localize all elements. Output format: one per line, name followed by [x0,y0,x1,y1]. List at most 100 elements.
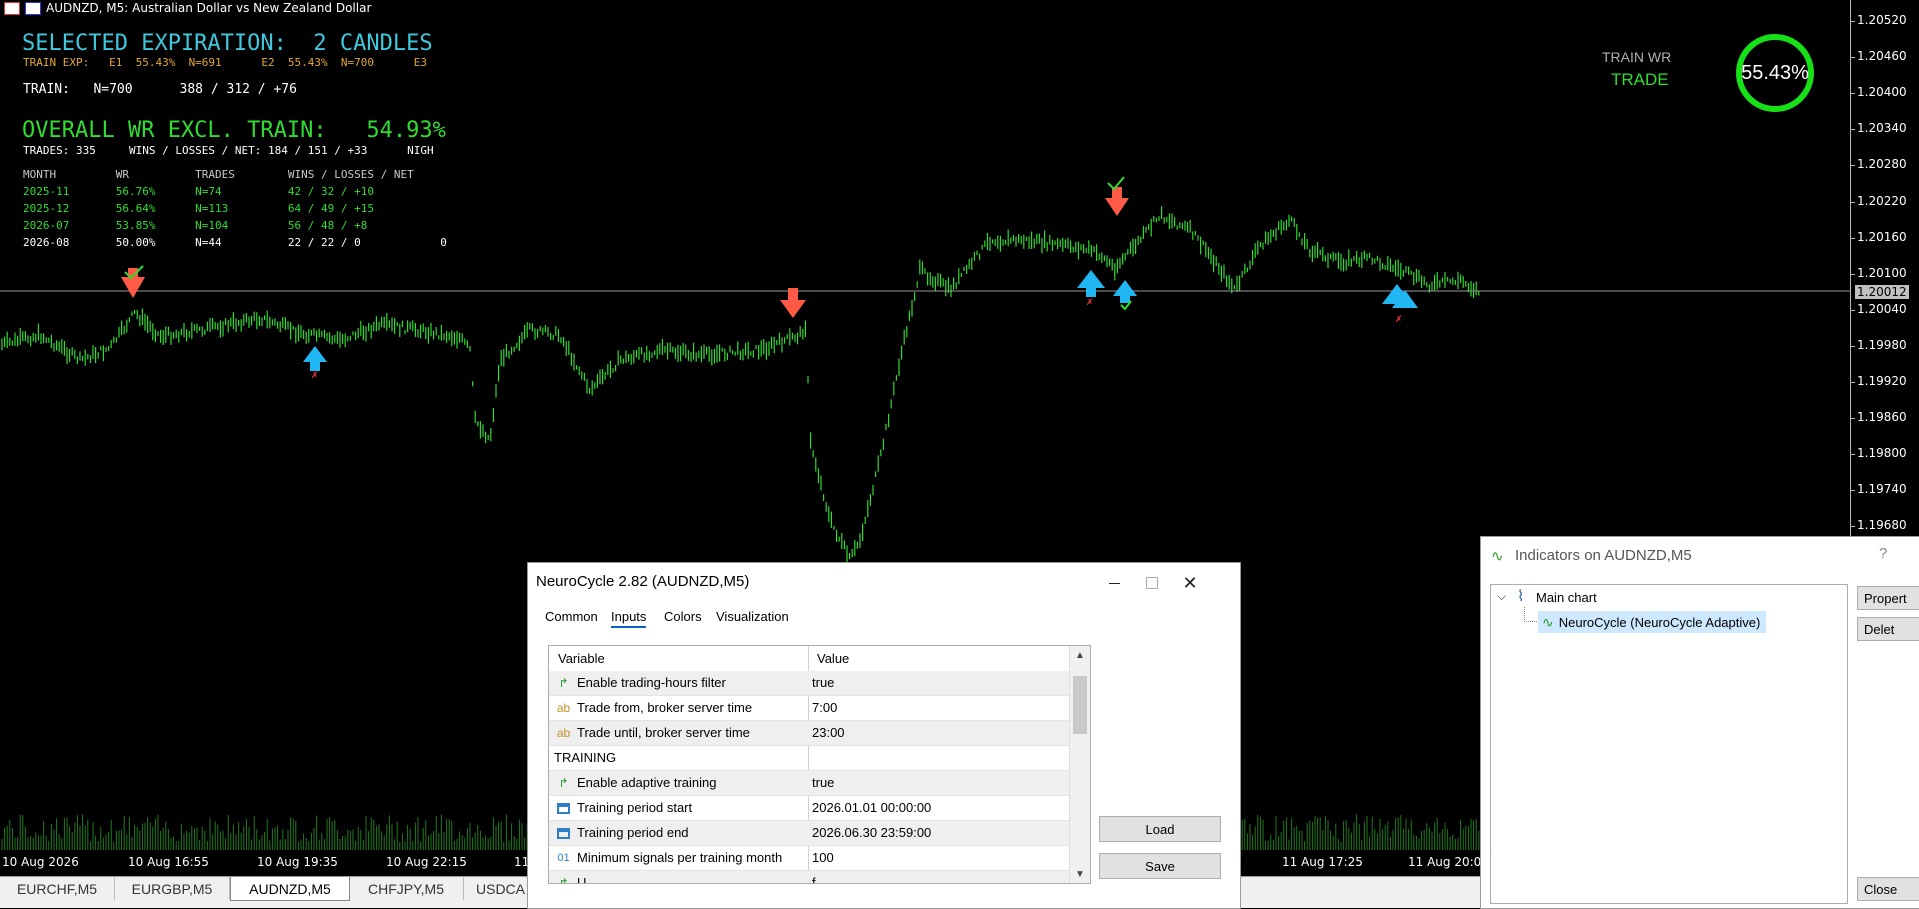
current-price-label: 1.20012 [1855,285,1909,299]
row-value[interactable]: f... [812,875,826,883]
price-label: 1.20160 [1857,229,1907,244]
buy-arrow-icon [1113,280,1137,311]
price-label: 1.19860 [1857,410,1907,425]
svg-text:✗: ✗ [1086,297,1094,307]
close-button[interactable]: Close [1857,877,1919,901]
price-label: 1.20100 [1857,265,1907,280]
column-value[interactable]: Value [817,651,849,666]
price-tick [1851,418,1855,420]
row-variable: Training period end [577,825,689,840]
price-label: 1.19980 [1857,337,1907,352]
minimize-button[interactable] [1094,569,1134,597]
row-value[interactable]: 7:00 [812,700,837,715]
table-row[interactable]: ab Trade until, broker server time 23:00 [549,721,1069,746]
price-label: 1.20280 [1857,157,1907,172]
tab-colors[interactable]: Colors [664,609,702,624]
integer-icon: 01 [557,852,570,864]
load-button[interactable]: Load [1099,816,1221,842]
calendar-icon [555,825,572,841]
time-label: 10 Aug 16:55 [128,855,209,869]
price-tick [1851,526,1855,528]
scroll-up-icon[interactable]: ▲ [1070,646,1090,664]
price-tick [1851,21,1855,22]
price-tick [1851,57,1855,59]
price-tick [1851,237,1855,239]
buy-arrow-icon: ✗ [1382,284,1418,324]
scroll-thumb[interactable] [1073,676,1087,734]
maximize-button[interactable] [1132,569,1172,597]
table-row[interactable]: Training period start 2026.01.01 00:00:0… [549,796,1069,821]
tab-common[interactable]: Common [545,609,598,624]
row-variable: Minimum signals per training month [577,850,783,865]
help-button[interactable]: ? [1879,545,1887,562]
row-value[interactable]: 2026.06.30 23:59:00 [812,825,931,840]
row-value[interactable]: true [812,675,834,690]
price-label: 1.20220 [1857,193,1907,208]
table-row[interactable]: Training period end 2026.06.30 23:59:00 [549,821,1069,846]
tree-item-label: NeuroCycle (NeuroCycle Adaptive) [1558,614,1761,630]
price-label: 1.20340 [1857,121,1907,136]
delete-button[interactable]: Delet [1857,617,1919,641]
close-icon: ✕ [1182,572,1198,593]
price-tick [1851,345,1855,347]
dialog-title: NeuroCycle 2.82 (AUDNZD,M5) [536,573,750,590]
indicators-title: Indicators on AUDNZD,M5 [1515,547,1692,564]
price-tick [1851,309,1855,311]
tab-visualization[interactable]: Visualization [716,609,789,624]
price-label: 1.19740 [1857,482,1907,497]
price-label: 1.19800 [1857,446,1907,461]
column-variable[interactable]: Variable [558,651,605,666]
table-row[interactable]: ↱ Enable trading-hours filter true [549,671,1069,696]
row-value[interactable]: true [812,775,834,790]
row-variable: Enable adaptive training [577,775,717,790]
price-tick [1851,165,1855,167]
sell-arrow-icon [1105,176,1129,216]
price-label: 1.20460 [1857,49,1907,64]
price-tick [1851,382,1855,383]
bool-icon: ↱ [558,676,569,690]
table-row[interactable]: ab Trade from, broker server time 7:00 [549,696,1069,721]
tab-eurchf[interactable]: EURCHF,M5 [0,877,115,900]
row-variable: U... [577,875,598,884]
vertical-scrollbar[interactable]: ▲ ▼ [1069,646,1090,883]
row-value[interactable]: 23:00 [812,725,845,740]
tree-item-neurocycle[interactable]: ∿ NeuroCycle (NeuroCycle Adaptive) [1538,611,1767,633]
tab-eurgbp[interactable]: EURGBP,M5 [115,877,230,900]
properties-button[interactable]: Propert [1857,586,1919,610]
row-value[interactable]: 100 [812,850,834,865]
tab-inputs[interactable]: Inputs [611,609,647,628]
row-variable: TRAINING [554,750,617,765]
bool-icon: ↱ [558,776,569,790]
price-tick [1851,201,1855,203]
price-label: 1.20040 [1857,301,1907,316]
svg-text:✗: ✗ [1395,314,1403,324]
text-icon: ab [556,701,571,715]
scroll-down-icon[interactable]: ▼ [1070,865,1090,883]
sell-arrow-icon [121,265,145,298]
save-button[interactable]: Save [1099,853,1221,879]
minimize-icon [1108,582,1120,584]
row-value[interactable]: 2026.01.01 00:00:00 [812,800,931,815]
buy-arrow-icon: ✗ [303,346,327,380]
svg-text:✗: ✗ [311,370,319,380]
indicator-tree: ⌵ ⌇ Main chart ∿ NeuroCycle (NeuroCycle … [1490,584,1848,904]
close-button[interactable]: ✕ [1170,569,1210,597]
calendar-icon [555,800,572,816]
table-row[interactable]: TRAINING [549,746,1069,771]
row-variable: Trade until, broker server time [577,725,750,740]
chevron-down-icon[interactable]: ⌵ [1497,589,1506,604]
price-tick [1851,273,1855,275]
table-row[interactable]: 01 Minimum signals per training month 10… [549,846,1069,871]
indicator-icon: ∿ [1542,613,1554,630]
time-label: 11 Aug 17:25 [1282,855,1363,869]
price-label: 1.19680 [1857,518,1907,533]
indicator-icon: ∿ [1491,548,1504,565]
price-label: 1.19920 [1857,374,1907,388]
price-label: 1.20400 [1857,85,1907,100]
table-row[interactable]: ↱ U... f... [549,871,1069,884]
tab-chfjpy[interactable]: CHFJPY,M5 [349,877,464,900]
tab-audnzd[interactable]: AUDNZD,M5 [230,877,350,901]
table-row[interactable]: ↱ Enable adaptive training true [549,771,1069,796]
tree-root-main-chart[interactable]: Main chart [1536,590,1597,605]
time-label: 10 Aug 2026 [2,855,79,869]
